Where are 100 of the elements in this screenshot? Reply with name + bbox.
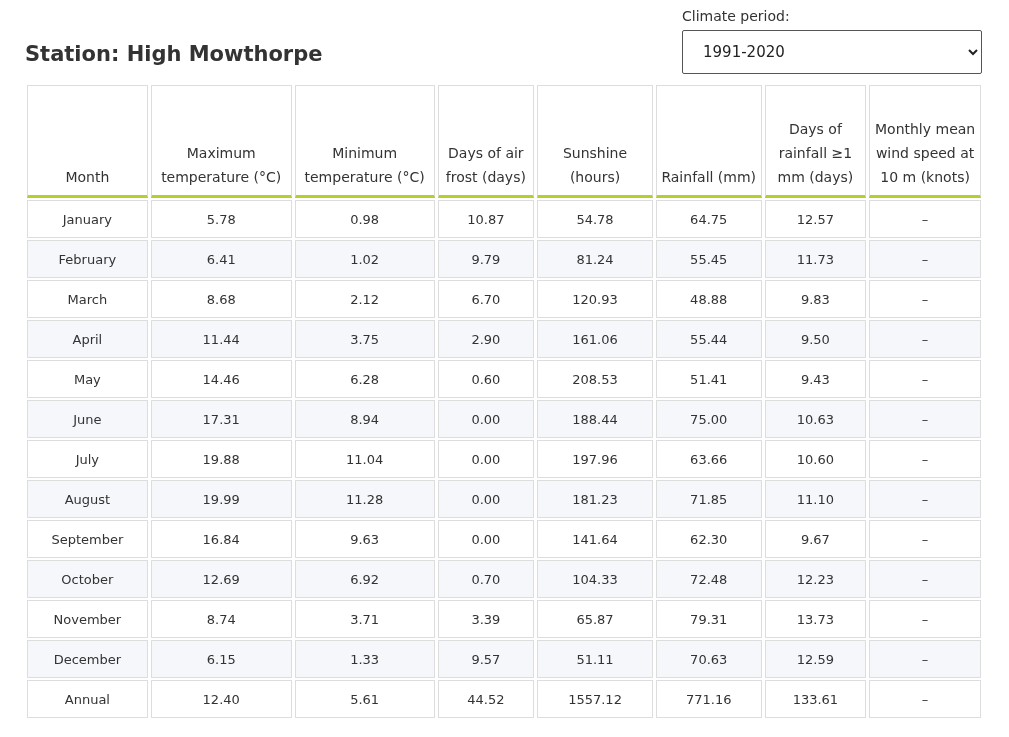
- table-cell: January: [27, 200, 148, 238]
- table-cell: October: [27, 560, 148, 598]
- table-cell: 0.00: [437, 480, 535, 518]
- table-cell: 70.63: [655, 640, 762, 678]
- table-cell: 104.33: [537, 560, 653, 598]
- table-cell: 188.44: [537, 400, 653, 438]
- table-cell: 19.99: [150, 480, 292, 518]
- table-cell: 161.06: [537, 320, 653, 358]
- climate-period-label: Climate period:: [682, 8, 791, 24]
- table-cell: 12.23: [764, 560, 867, 598]
- table-cell: 11.73: [764, 240, 867, 278]
- table-cell: 12.57: [764, 200, 867, 238]
- table-cell: 1557.12: [537, 680, 653, 718]
- table-cell: 19.88: [150, 440, 292, 478]
- table-cell: 0.60: [437, 360, 535, 398]
- table-cell: 81.24: [537, 240, 653, 278]
- table-cell: 11.28: [294, 480, 435, 518]
- table-cell: 9.50: [764, 320, 867, 358]
- table-cell: 10.87: [437, 200, 535, 238]
- table-cell: 12.59: [764, 640, 867, 678]
- table-cell: 44.52: [437, 680, 535, 718]
- table-cell: 197.96: [537, 440, 653, 478]
- table-cell: –: [869, 520, 981, 558]
- table-cell: 3.71: [294, 600, 435, 638]
- column-header: Maximum temperature (°C): [150, 85, 292, 198]
- table-cell: –: [869, 200, 981, 238]
- column-header: Sunshine (hours): [537, 85, 653, 198]
- table-cell: December: [27, 640, 148, 678]
- table-cell: 12.69: [150, 560, 292, 598]
- table-cell: 133.61: [764, 680, 867, 718]
- table-cell: 51.11: [537, 640, 653, 678]
- table-cell: 72.48: [655, 560, 762, 598]
- climate-period-dropdown[interactable]: 1991-2020: [682, 30, 982, 74]
- table-cell: 10.63: [764, 400, 867, 438]
- table-cell: 3.39: [437, 600, 535, 638]
- table-cell: March: [27, 280, 148, 318]
- table-cell: 2.12: [294, 280, 435, 318]
- table-cell: 14.46: [150, 360, 292, 398]
- table-cell: 54.78: [537, 200, 653, 238]
- table-cell: –: [869, 360, 981, 398]
- table-cell: 62.30: [655, 520, 762, 558]
- table-cell: 771.16: [655, 680, 762, 718]
- table-cell: 141.64: [537, 520, 653, 558]
- table-cell: 9.83: [764, 280, 867, 318]
- table-cell: 0.70: [437, 560, 535, 598]
- table-cell: 8.68: [150, 280, 292, 318]
- table-cell: 9.43: [764, 360, 867, 398]
- table-cell: 6.70: [437, 280, 535, 318]
- table-cell: –: [869, 480, 981, 518]
- table-cell: 79.31: [655, 600, 762, 638]
- table-cell: 11.04: [294, 440, 435, 478]
- table-cell: 9.63: [294, 520, 435, 558]
- table-cell: May: [27, 360, 148, 398]
- table-cell: –: [869, 400, 981, 438]
- column-header: Minimum temperature (°C): [294, 85, 435, 198]
- table-cell: –: [869, 280, 981, 318]
- table-cell: 65.87: [537, 600, 653, 638]
- table-cell: 0.00: [437, 400, 535, 438]
- table-cell: February: [27, 240, 148, 278]
- table-cell: 6.15: [150, 640, 292, 678]
- table-cell: 0.98: [294, 200, 435, 238]
- table-cell: 64.75: [655, 200, 762, 238]
- table-cell: –: [869, 440, 981, 478]
- table-cell: 1.33: [294, 640, 435, 678]
- table-cell: 6.41: [150, 240, 292, 278]
- table-cell: –: [869, 240, 981, 278]
- table-cell: 55.44: [655, 320, 762, 358]
- station-title: Station: High Mowthorpe: [25, 42, 323, 66]
- table-cell: 17.31: [150, 400, 292, 438]
- column-header: Monthly mean wind speed at 10 m (knots): [869, 85, 981, 198]
- table-cell: 8.94: [294, 400, 435, 438]
- table-cell: 48.88: [655, 280, 762, 318]
- table-cell: 12.40: [150, 680, 292, 718]
- table-cell: –: [869, 600, 981, 638]
- table-cell: Annual: [27, 680, 148, 718]
- table-cell: 3.75: [294, 320, 435, 358]
- table-cell: 2.90: [437, 320, 535, 358]
- column-header: Days of rainfall ≥1 mm (days): [764, 85, 867, 198]
- table-cell: 75.00: [655, 400, 762, 438]
- table-cell: 13.73: [764, 600, 867, 638]
- table-cell: 5.61: [294, 680, 435, 718]
- table-cell: –: [869, 680, 981, 718]
- table-cell: 9.67: [764, 520, 867, 558]
- table-cell: –: [869, 560, 981, 598]
- column-header: Rainfall (mm): [655, 85, 762, 198]
- table-cell: 0.00: [437, 520, 535, 558]
- table-cell: 6.28: [294, 360, 435, 398]
- table-cell: 9.79: [437, 240, 535, 278]
- table-cell: November: [27, 600, 148, 638]
- table-cell: 120.93: [537, 280, 653, 318]
- table-cell: 1.02: [294, 240, 435, 278]
- column-header: Days of air frost (days): [437, 85, 535, 198]
- table-cell: 9.57: [437, 640, 535, 678]
- table-cell: 11.44: [150, 320, 292, 358]
- table-cell: 0.00: [437, 440, 535, 478]
- table-cell: 16.84: [150, 520, 292, 558]
- column-header: Month: [27, 85, 148, 198]
- table-cell: 8.74: [150, 600, 292, 638]
- table-cell: 208.53: [537, 360, 653, 398]
- table-cell: 71.85: [655, 480, 762, 518]
